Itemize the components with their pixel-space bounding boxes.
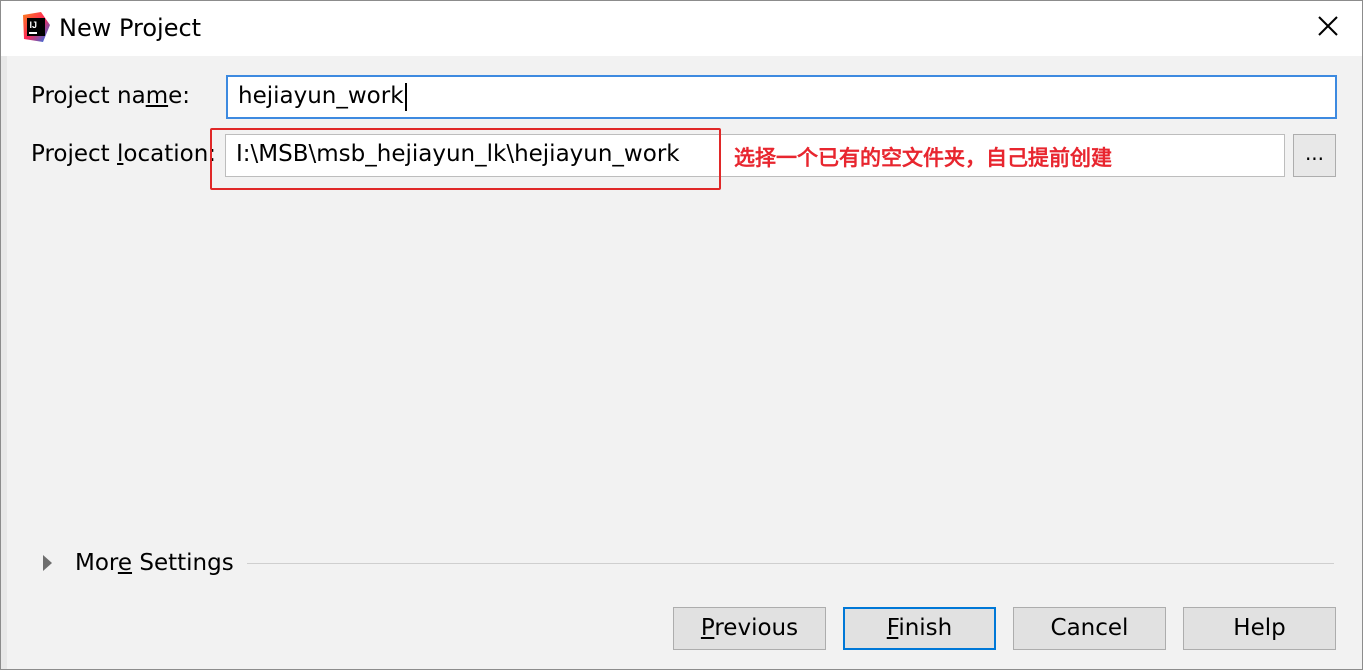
more-settings-toggle[interactable]: More Settings (39, 546, 234, 580)
annotation-text: 选择一个已有的空文件夹，自己提前创建 (734, 146, 1112, 170)
more-settings-separator (247, 563, 1334, 564)
browse-button[interactable]: ... (1293, 134, 1336, 177)
text-caret (404, 82, 407, 111)
window-title: New Project (59, 14, 202, 42)
close-icon (1317, 15, 1339, 41)
new-project-dialog: IJ New Project Project name: hejiayun_wo… (0, 0, 1363, 670)
previous-button[interactable]: Previous (673, 607, 826, 650)
project-location-label: Project location: (31, 141, 217, 167)
cancel-button[interactable]: Cancel (1013, 607, 1166, 650)
annotation-highlight-box (210, 128, 721, 190)
project-name-value: hejiayun_work (238, 83, 404, 109)
help-button[interactable]: Help (1183, 607, 1336, 650)
project-name-input[interactable]: hejiayun_work (226, 75, 1337, 119)
triangle-right-icon (43, 555, 52, 571)
finish-button[interactable]: Finish (843, 607, 996, 650)
svg-text:IJ: IJ (30, 20, 38, 30)
window-edge (1, 56, 7, 669)
project-name-label: Project name: (31, 83, 190, 109)
intellij-idea-icon: IJ (21, 11, 51, 43)
more-settings-label: More Settings (75, 550, 234, 576)
title-bar: IJ New Project (1, 1, 1362, 56)
close-button[interactable] (1307, 10, 1349, 46)
